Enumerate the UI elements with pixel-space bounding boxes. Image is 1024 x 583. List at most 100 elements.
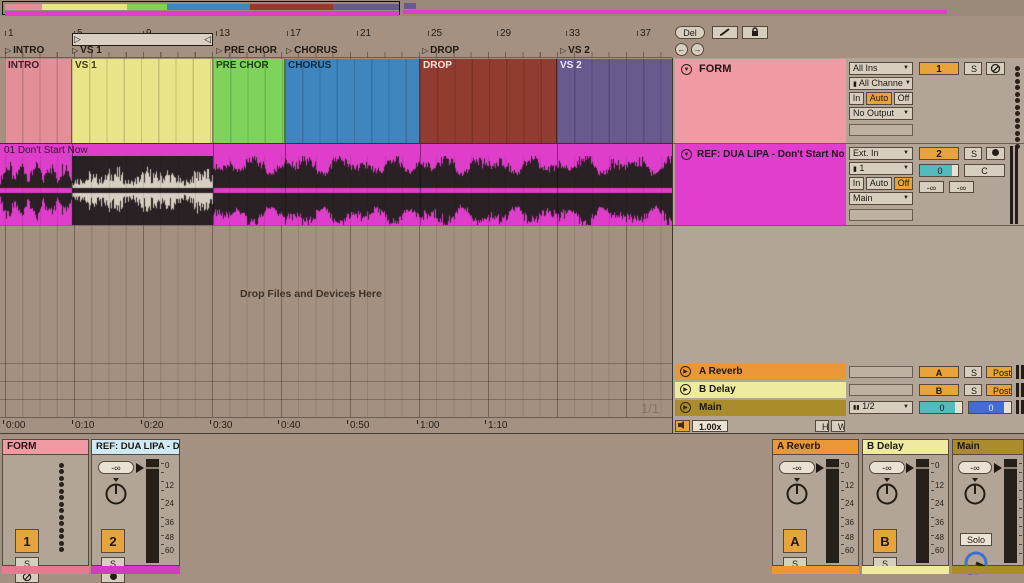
mixer-strip-title-a-reverb[interactable]: A Reverb (772, 439, 859, 455)
output-type-chooser[interactable]: No Output▼ (849, 107, 913, 120)
unfold-track-icon[interactable]: ▶ (680, 384, 691, 395)
monitor-off-button[interactable]: Off (894, 92, 913, 105)
arm-button[interactable] (986, 147, 1005, 160)
track-activator-1[interactable]: 1 (15, 529, 39, 553)
volume-fader[interactable] (916, 459, 929, 563)
draw-mode-icon[interactable] (712, 26, 738, 39)
unfold-track-icon[interactable]: ▶ (680, 402, 691, 413)
cue-volume-field[interactable]: 0 (968, 401, 1012, 414)
nudge-back-button[interactable]: ← (675, 43, 688, 56)
monitor-auto-button[interactable]: Auto (866, 177, 892, 190)
arrangement-area[interactable]: INTRO VS 1 PRE CHOR CHORUS DROP VS 2 01 … (0, 58, 672, 433)
solo-button[interactable]: S (964, 384, 982, 396)
clip-prechor[interactable]: PRE CHOR (213, 59, 285, 143)
clip-intro[interactable]: INTRO (5, 59, 72, 143)
pre-post-toggle[interactable]: Post (986, 366, 1012, 378)
arm-button[interactable] (986, 62, 1005, 75)
volume-field[interactable]: 0 (919, 164, 959, 177)
mixer-strip-title-ref[interactable]: REF: DUA LIPA - D (91, 439, 180, 455)
playback-speed-field[interactable]: 1.00x (692, 420, 728, 432)
mixer-strip-title-form[interactable]: FORM (2, 439, 89, 455)
time-ruler[interactable]: 0:00 0:10 0:20 0:30 0:40 0:50 1:00 1:10 (0, 417, 672, 433)
clip-chorus[interactable]: CHORUS (285, 59, 420, 143)
return-activator-a[interactable]: A (783, 529, 807, 553)
track-activator-2[interactable]: 2 (919, 147, 959, 160)
fold-track-icon[interactable]: ▼ (681, 64, 692, 75)
fader-handle[interactable] (1004, 467, 1017, 469)
locator-prechor[interactable]: ▷PRE CHOR (216, 45, 277, 56)
return-activator-a[interactable]: A (919, 366, 959, 378)
locator-intro[interactable]: ▷INTRO (5, 45, 44, 56)
main-track-header[interactable]: ▶ Main (675, 400, 846, 416)
gain-field[interactable]: -∞ (779, 461, 815, 474)
audition-button[interactable] (675, 420, 690, 432)
input-type-chooser[interactable]: Ext. In▼ (849, 147, 913, 160)
pan-knob[interactable] (100, 477, 132, 507)
solo-button[interactable]: S (964, 62, 982, 75)
arrangement-overview[interactable] (0, 0, 1024, 16)
zoom-ratio-indicator[interactable]: 1/1 (641, 401, 659, 416)
monitor-auto-button[interactable]: Auto (866, 92, 892, 105)
gain-field[interactable]: -∞ (958, 461, 992, 474)
volume-fader[interactable] (146, 459, 159, 563)
solo-button[interactable]: Solo (960, 533, 992, 546)
track-activator-1[interactable]: 1 (919, 62, 959, 75)
monitor-in-button[interactable]: In (849, 92, 864, 105)
gain-field[interactable]: -∞ (869, 461, 905, 474)
arm-disabled-icon (990, 63, 1001, 74)
locator-vs1[interactable]: ▷VS 1 (72, 45, 102, 56)
input-channel-chooser[interactable]: ▮ 1▼ (849, 162, 913, 175)
track-width-button[interactable]: W (831, 420, 845, 432)
lock-envelopes-icon[interactable] (742, 26, 768, 39)
pan-knob[interactable] (781, 477, 813, 507)
clip-vs1[interactable]: VS 1 (72, 59, 213, 143)
send-a-field[interactable]: -∞ (919, 181, 944, 193)
fader-handle[interactable] (826, 467, 839, 469)
solo-button[interactable]: S (964, 147, 982, 160)
cue-out-chooser[interactable]: ▮▮ 1/2▼ (849, 401, 913, 414)
fader-handle[interactable] (916, 467, 929, 469)
main-volume-field[interactable]: 0 (919, 401, 963, 414)
fold-track-icon[interactable]: ▼ (681, 149, 692, 160)
overview-viewport-box[interactable] (2, 1, 400, 15)
return-header-b-delay[interactable]: ▶ B Delay (675, 382, 846, 398)
input-channel-chooser[interactable]: ▮ All Channe▼ (849, 77, 913, 90)
pan-knob[interactable] (871, 477, 903, 507)
nudge-forward-button[interactable]: → (691, 43, 704, 56)
output-meter-right (1015, 146, 1018, 224)
output-type-chooser[interactable]: Main▼ (849, 192, 913, 205)
audio-waveform[interactable] (0, 156, 672, 225)
pan-knob[interactable] (959, 477, 991, 507)
return-activator-b[interactable]: B (919, 384, 959, 396)
send-b-field[interactable]: -∞ (949, 181, 974, 193)
locator-vs2[interactable]: ▷VS 2 (560, 45, 590, 56)
track-header-form[interactable]: ▼ FORM (675, 59, 846, 143)
input-type-chooser[interactable]: All Ins▼ (849, 62, 913, 75)
bar-number: 1 (5, 28, 14, 39)
unfold-track-icon[interactable]: ▶ (680, 366, 691, 377)
monitor-in-button[interactable]: In (849, 177, 864, 190)
audio-clip-title-bar[interactable]: 01 Don't Start Now (0, 143, 672, 156)
volume-fader[interactable] (826, 459, 839, 563)
solo-button[interactable]: S (964, 366, 982, 378)
monitor-off-button[interactable]: Off (894, 177, 913, 190)
return-activator-b[interactable]: B (873, 529, 897, 553)
fader-handle[interactable] (146, 467, 159, 469)
mixer-strip-title-main[interactable]: Main (952, 439, 1024, 455)
time-label: 0:40 (278, 420, 300, 431)
track-activator-2[interactable]: 2 (101, 529, 125, 553)
clip-vs2[interactable]: VS 2 (557, 59, 672, 143)
track-height-button[interactable]: H (815, 420, 829, 432)
pan-field[interactable]: C (964, 164, 1005, 177)
locator-arrow-icon: ▷ (422, 46, 428, 55)
delete-locator-button[interactable]: Del (675, 26, 705, 39)
volume-fader[interactable] (1004, 459, 1017, 563)
locator-chorus[interactable]: ▷CHORUS (286, 45, 338, 56)
return-header-a-reverb[interactable]: ▶ A Reverb (675, 364, 846, 380)
clip-drop[interactable]: DROP (420, 59, 557, 143)
gain-field[interactable]: -∞ (98, 461, 134, 474)
locator-drop[interactable]: ▷DROP (422, 45, 459, 56)
pre-post-toggle[interactable]: Post (986, 384, 1012, 396)
mixer-strip-title-b-delay[interactable]: B Delay (862, 439, 949, 455)
track-header-ref[interactable]: ▼ REF: DUA LIPA - Don't Start Now (675, 144, 846, 225)
